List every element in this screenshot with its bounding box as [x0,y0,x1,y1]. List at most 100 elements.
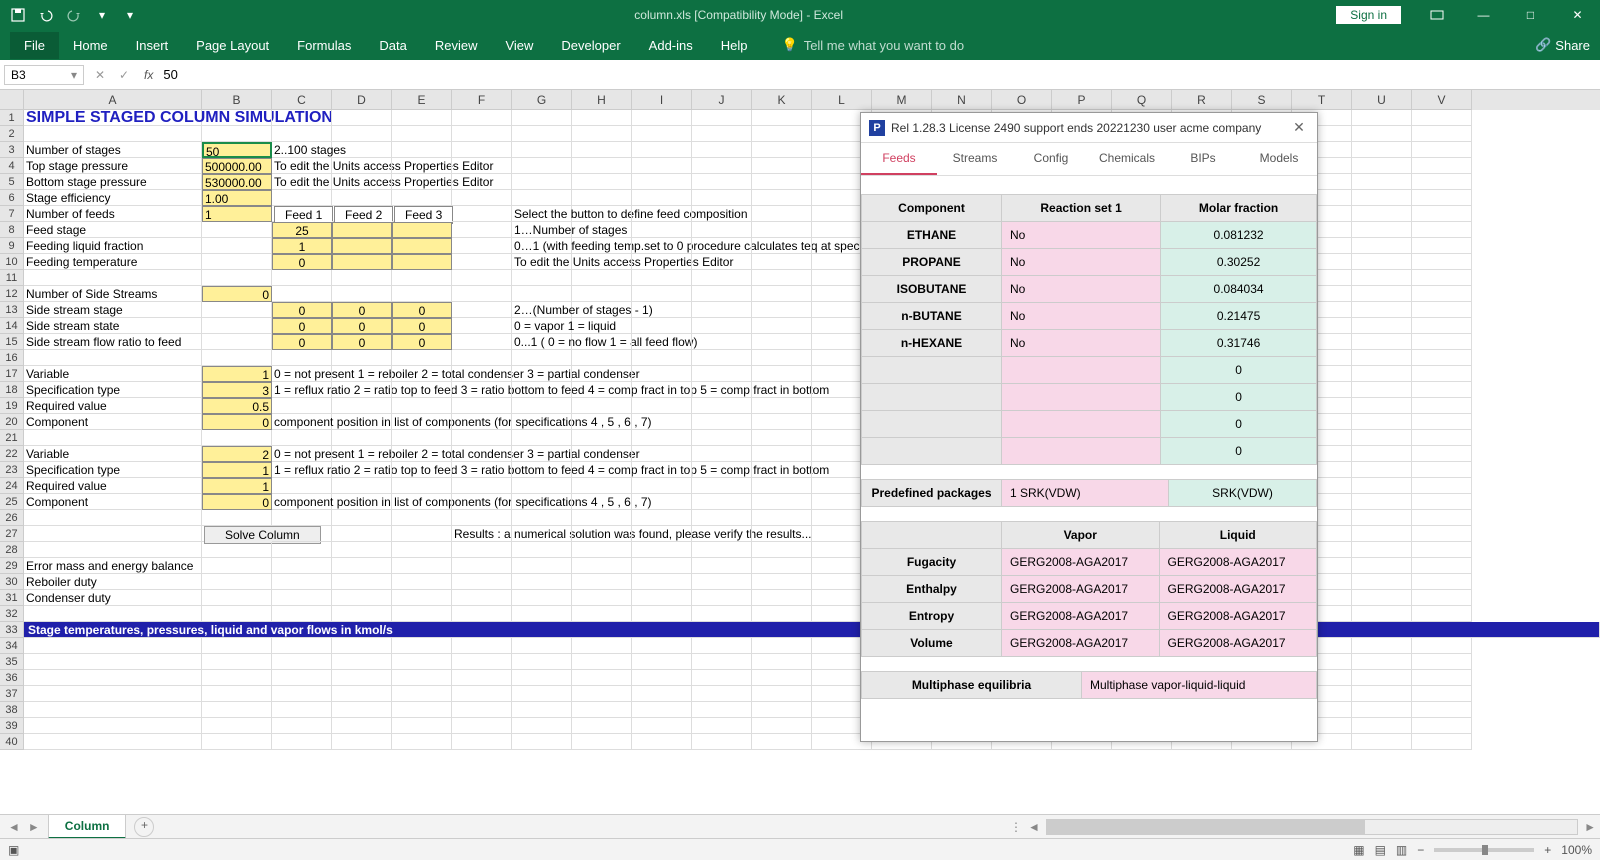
cell[interactable] [24,670,202,686]
cell[interactable] [452,382,512,398]
cell[interactable] [272,126,332,142]
cell[interactable] [1412,590,1472,606]
cell[interactable] [572,558,632,574]
cell[interactable] [1352,238,1412,254]
cell[interactable] [572,606,632,622]
row-header[interactable]: 18 [0,382,24,398]
cell[interactable] [1352,174,1412,190]
col-header[interactable]: B [202,90,272,110]
zoom-slider[interactable] [1434,848,1534,852]
zoom-level[interactable]: 100% [1561,843,1592,857]
panel-mpe-value[interactable]: Multiphase vapor-liquid-liquid [1082,672,1317,699]
cell[interactable] [752,350,812,366]
cell[interactable] [632,526,692,542]
row-header[interactable]: 15 [0,334,24,350]
cell[interactable] [452,574,512,590]
cell[interactable] [272,654,332,670]
cell[interactable]: Number of stages [24,142,202,158]
cell[interactable] [692,414,752,430]
cell[interactable] [692,510,752,526]
cell[interactable] [1412,142,1472,158]
tab-nav-prev-icon[interactable]: ◄ [8,820,20,834]
ribbon-tab-file[interactable]: File [10,32,59,59]
cell[interactable] [392,718,452,734]
cell[interactable]: Required value [24,398,202,414]
cell[interactable] [512,158,572,174]
cell[interactable] [1412,734,1472,750]
cell[interactable] [512,734,572,750]
cell[interactable] [1412,286,1472,302]
cell[interactable] [692,286,752,302]
cell[interactable] [1352,574,1412,590]
cell[interactable] [692,574,752,590]
cell[interactable] [752,238,812,254]
cell[interactable] [392,606,452,622]
cell[interactable] [1412,366,1472,382]
cell[interactable] [452,702,512,718]
cell[interactable] [572,286,632,302]
cell[interactable] [392,126,452,142]
row-header[interactable]: 27 [0,526,24,542]
cell[interactable] [202,318,272,334]
cell[interactable] [1412,526,1472,542]
ribbon-tab-pagelayout[interactable]: Page Layout [182,32,283,59]
cell[interactable] [332,350,392,366]
cell[interactable] [512,190,572,206]
row-header[interactable]: 6 [0,190,24,206]
panel-molar-cell[interactable]: 0 [1161,384,1317,411]
row-header[interactable]: 40 [0,734,24,750]
cell[interactable] [272,350,332,366]
cell[interactable] [452,206,512,222]
cell[interactable] [752,478,812,494]
cell[interactable] [572,110,632,126]
cell[interactable] [692,302,752,318]
panel-reaction-cell[interactable]: No [1002,303,1161,330]
cell[interactable] [272,526,332,542]
cell[interactable] [632,590,692,606]
cell[interactable] [572,446,632,462]
cell[interactable] [1352,526,1412,542]
cell[interactable] [632,462,692,478]
select-all-corner[interactable] [0,90,24,110]
undo-icon[interactable] [34,3,58,27]
row-header[interactable]: 2 [0,126,24,142]
cell[interactable] [1412,238,1472,254]
cell[interactable]: Condenser duty [24,590,202,606]
row-header[interactable]: 17 [0,366,24,382]
cell[interactable] [632,654,692,670]
cell[interactable]: 2 [202,446,272,462]
cell[interactable]: 530000.00 [202,174,272,190]
cell[interactable] [452,270,512,286]
cell[interactable] [512,494,572,510]
cell[interactable] [572,174,632,190]
cell[interactable] [1412,542,1472,558]
row-header[interactable]: 31 [0,590,24,606]
cell[interactable] [632,670,692,686]
cell[interactable] [272,702,332,718]
cell[interactable] [1352,366,1412,382]
panel-reaction-cell[interactable]: No [1002,249,1161,276]
cell[interactable] [452,590,512,606]
cell[interactable] [1352,542,1412,558]
cell[interactable] [392,414,452,430]
cell[interactable] [692,606,752,622]
tell-me-search[interactable]: 💡 Tell me what you want to do [762,37,965,53]
cell[interactable] [512,286,572,302]
cell[interactable]: Specification type [24,462,202,478]
cell[interactable] [272,430,332,446]
cell[interactable] [632,510,692,526]
row-header[interactable]: 10 [0,254,24,270]
row-header[interactable]: 4 [0,158,24,174]
cell[interactable] [752,382,812,398]
ribbon-tab-review[interactable]: Review [421,32,492,59]
cell[interactable] [1412,382,1472,398]
cell[interactable] [692,398,752,414]
cell[interactable]: 0 = not present 1 = reboiler 2 = total c… [272,446,332,462]
cell[interactable] [1352,702,1412,718]
cell[interactable] [452,718,512,734]
cell[interactable] [632,286,692,302]
cell[interactable]: Number of feeds [24,206,202,222]
name-box[interactable]: B3▾ [4,65,84,85]
cell[interactable]: 0...1 ( 0 = no flow 1 = all feed flow) [512,334,572,350]
cell[interactable] [392,478,452,494]
